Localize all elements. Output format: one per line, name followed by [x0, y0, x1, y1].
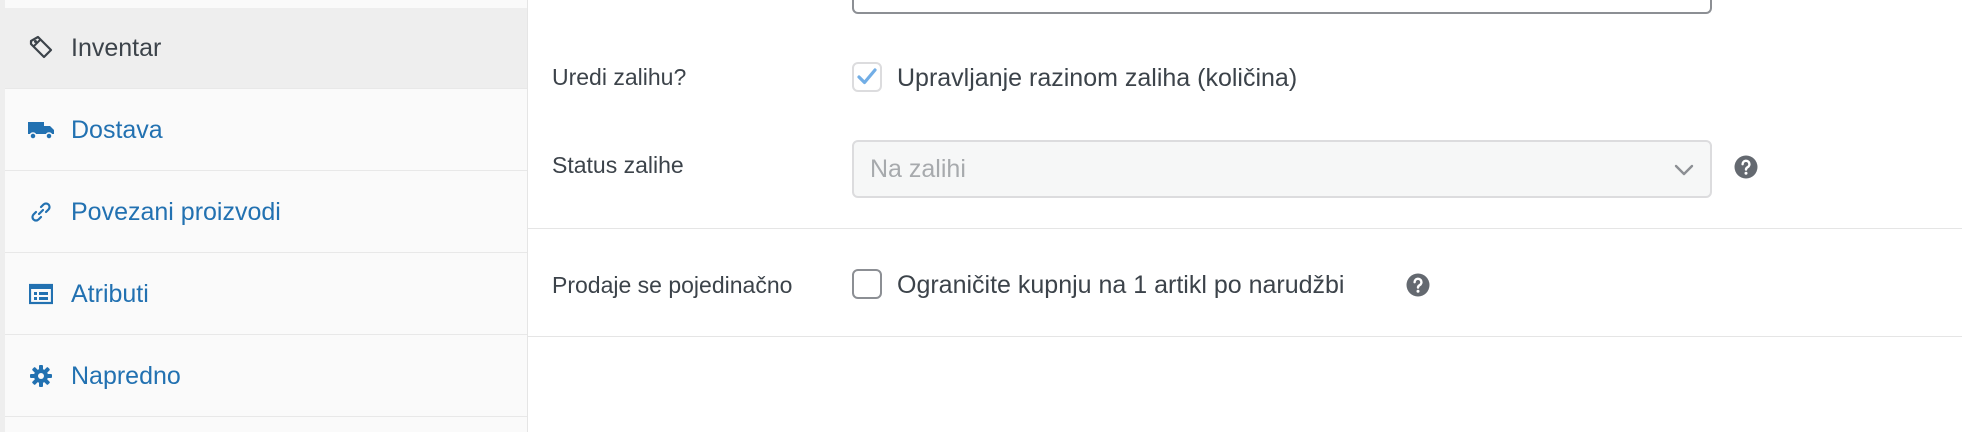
link-icon: [27, 198, 55, 226]
sidebar-item-label: Atributi: [71, 279, 149, 308]
sidebar-item-povezani-proizvodi[interactable]: Povezani proizvodi: [5, 172, 527, 253]
section-divider: [528, 228, 1962, 229]
sidebar-item-inventar[interactable]: Inventar: [5, 8, 527, 89]
sold-individually-label: Prodaje se pojedinačno: [552, 272, 793, 298]
sku-input[interactable]: [852, 0, 1712, 14]
list-view-icon: [27, 280, 55, 308]
section-divider: [528, 336, 1962, 337]
sold-individually-checkbox-label: Ograničite kupnju na 1 artikl po narudžb…: [897, 271, 1345, 299]
sidebar-item-label: Inventar: [71, 33, 162, 62]
manage-stock-label: Uredi zalihu?: [552, 64, 687, 90]
sold-individually-checkbox[interactable]: [852, 269, 882, 299]
sidebar-item-label: Napredno: [71, 361, 181, 390]
sidebar-item-dostava[interactable]: Dostava: [5, 90, 527, 171]
sidebar-item-atributi[interactable]: Atributi: [5, 254, 527, 335]
manage-stock-checkbox-label: Upravljanje razinom zaliha (količina): [897, 64, 1298, 92]
sidebar-item-label: Dostava: [71, 115, 163, 144]
tag-icon: [27, 34, 55, 62]
manage-stock-checkbox[interactable]: [852, 62, 882, 92]
truck-icon: [27, 116, 55, 144]
stock-status-selected-value: Na zalihi: [870, 154, 966, 183]
help-icon[interactable]: [1734, 155, 1758, 179]
sidebar-item-napredno[interactable]: Napredno: [5, 336, 527, 417]
chevron-down-icon: [1674, 164, 1694, 176]
inventory-options-panel: Uredi zalihu? Upravljanje razinom zaliha…: [528, 0, 1962, 432]
stock-status-label: Status zalihe: [552, 152, 684, 178]
sidebar-item-label: Povezani proizvodi: [71, 197, 281, 226]
checkmark-icon: [857, 68, 877, 85]
stock-status-select[interactable]: Na zalihi: [852, 140, 1712, 198]
gear-icon: [27, 362, 55, 390]
product-data-tabs: Inventar Dostava Povezani proizvodi Atri…: [0, 0, 528, 432]
help-icon[interactable]: [1406, 273, 1430, 297]
product-data-panel: Inventar Dostava Povezani proizvodi Atri…: [0, 0, 1962, 432]
